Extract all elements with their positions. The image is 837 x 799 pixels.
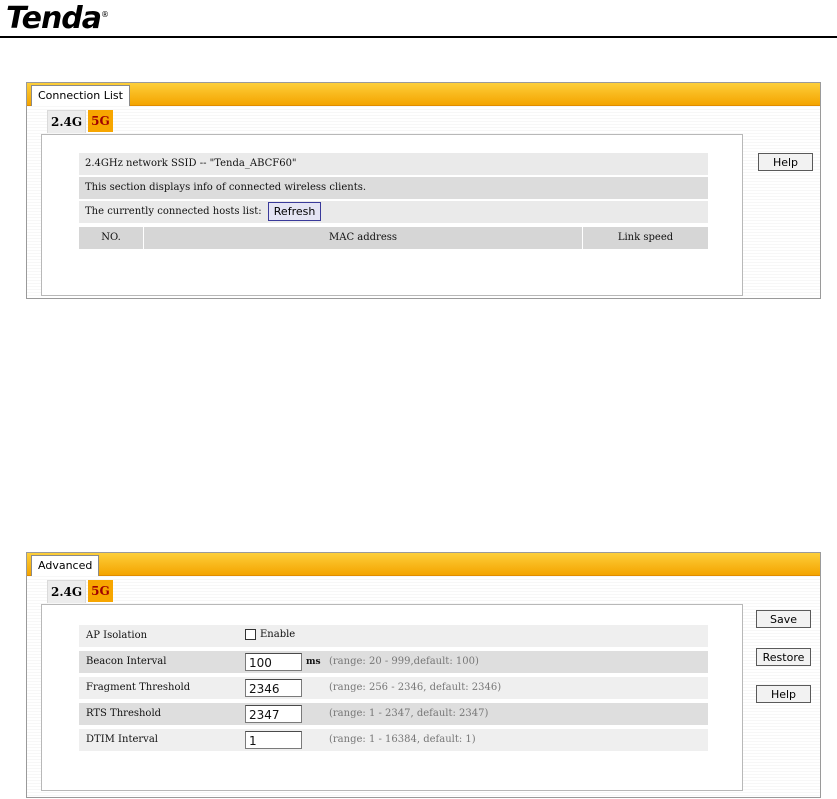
band-tabs: 2.4G 5G bbox=[47, 110, 115, 133]
ap-isolation-control: Enable bbox=[245, 625, 295, 647]
refresh-button[interactable]: Refresh bbox=[267, 202, 322, 221]
column-header-link-speed: Link speed bbox=[583, 227, 708, 249]
hosts-row: The currently connected hosts list: Refr… bbox=[79, 201, 708, 223]
registered-mark: ® bbox=[101, 10, 109, 19]
restore-button[interactable]: Restore bbox=[756, 648, 811, 666]
band-tabs: 2.4G 5G bbox=[47, 580, 115, 603]
advanced-content: AP Isolation Enable Beacon Interval 100 … bbox=[41, 604, 743, 791]
info-row: This section displays info of connected … bbox=[79, 177, 708, 199]
tenda-logo: Tenda® bbox=[6, 1, 109, 36]
beacon-interval-row: Beacon Interval 100 ms (range: 20 - 999,… bbox=[79, 651, 708, 673]
column-header-no: NO. bbox=[79, 227, 143, 249]
ssid-row: 2.4GHz network SSID -- "Tenda_ABCF60" bbox=[79, 153, 708, 175]
tab-connection-list[interactable]: Connection List bbox=[31, 85, 130, 106]
tab-5g[interactable]: 5G bbox=[88, 110, 113, 132]
ap-isolation-row: AP Isolation Enable bbox=[79, 625, 708, 647]
connection-list-panel: Connection List 2.4G 5G 2.4GHz network S… bbox=[26, 82, 821, 299]
column-header-mac: MAC address bbox=[144, 227, 582, 249]
tab-advanced[interactable]: Advanced bbox=[31, 555, 100, 576]
header-divider bbox=[0, 36, 837, 38]
ap-isolation-checkbox[interactable] bbox=[245, 629, 256, 640]
fragment-threshold-row: Fragment Threshold 2346 (range: 256 - 23… bbox=[79, 677, 708, 699]
panel-header-bar bbox=[27, 553, 820, 576]
beacon-interval-label: Beacon Interval bbox=[86, 656, 167, 667]
advanced-panel: Advanced 2.4G 5G AP Isolation Enable Bea… bbox=[26, 552, 821, 798]
hosts-table-header: NO. MAC address Link speed bbox=[79, 227, 708, 249]
save-button[interactable]: Save bbox=[756, 610, 811, 628]
beacon-interval-unit: ms bbox=[306, 657, 321, 667]
fragment-threshold-hint: (range: 256 - 2346, default: 2346) bbox=[329, 682, 502, 693]
rts-threshold-hint: (range: 1 - 2347, default: 2347) bbox=[329, 708, 489, 719]
rts-threshold-row: RTS Threshold 2347 (range: 1 - 2347, def… bbox=[79, 703, 708, 725]
beacon-interval-hint: (range: 20 - 999,default: 100) bbox=[329, 656, 479, 667]
ap-isolation-label: AP Isolation bbox=[86, 630, 148, 641]
enable-label: Enable bbox=[260, 629, 296, 640]
tab-2-4g[interactable]: 2.4G bbox=[47, 580, 87, 603]
panel-header-bar bbox=[27, 83, 820, 106]
fragment-threshold-input[interactable]: 2346 bbox=[245, 679, 302, 697]
dtim-interval-hint: (range: 1 - 16384, default: 1) bbox=[329, 734, 476, 745]
rts-threshold-input[interactable]: 2347 bbox=[245, 705, 302, 723]
help-button[interactable]: Help bbox=[756, 685, 811, 703]
tab-5g[interactable]: 5G bbox=[88, 580, 113, 602]
tab-2-4g[interactable]: 2.4G bbox=[47, 110, 87, 133]
brand-name: Tenda bbox=[6, 1, 102, 36]
dtim-interval-label: DTIM Interval bbox=[86, 734, 158, 745]
fragment-threshold-label: Fragment Threshold bbox=[86, 682, 191, 693]
help-button[interactable]: Help bbox=[758, 153, 813, 171]
beacon-interval-input[interactable]: 100 bbox=[245, 653, 302, 671]
hosts-label: The currently connected hosts list: bbox=[85, 206, 262, 217]
connection-content: 2.4GHz network SSID -- "Tenda_ABCF60" Th… bbox=[41, 134, 743, 296]
dtim-interval-input[interactable]: 1 bbox=[245, 731, 302, 749]
dtim-interval-row: DTIM Interval 1 (range: 1 - 16384, defau… bbox=[79, 729, 708, 751]
rts-threshold-label: RTS Threshold bbox=[86, 708, 162, 719]
